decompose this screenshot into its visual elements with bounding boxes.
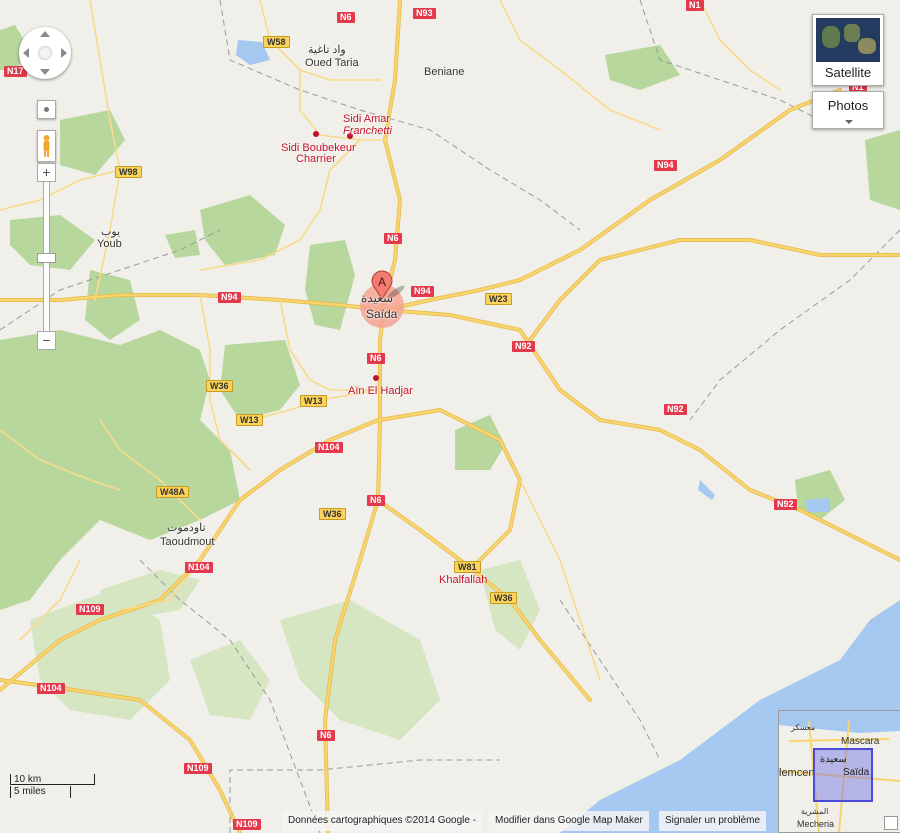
- road-shield-n6-mid: N6: [367, 495, 385, 506]
- pan-left-icon[interactable]: [23, 48, 29, 58]
- chevron-down-icon: [845, 120, 853, 124]
- minimap-mecheria: Mecheria: [797, 819, 835, 829]
- road-shield-n104-sw: N104: [37, 683, 65, 694]
- road-shield-w13-west: W13: [236, 414, 263, 426]
- road-shield-w36-south: W36: [490, 592, 517, 604]
- overview-minimap[interactable]: معسكر Mascara lemcen سعيدة Saïda المشرية…: [778, 710, 900, 833]
- road-shield-n92-mid: N92: [664, 404, 687, 415]
- road-shield-w58: W58: [263, 36, 290, 48]
- satellite-label: Satellite: [824, 65, 872, 80]
- minimap-mecheria-ar: المشرية: [801, 807, 829, 816]
- minimap-mascara-ar: معسكر: [791, 723, 816, 732]
- minimap-tlemcen: lemcen: [779, 767, 815, 779]
- pan-right-icon[interactable]: [61, 48, 67, 58]
- satellite-button[interactable]: Satellite: [812, 14, 884, 86]
- scale-km: 10 km: [10, 774, 95, 785]
- photos-label: Photos: [827, 98, 869, 113]
- road-shield-n93: N93: [413, 8, 436, 19]
- road-shield-w48a: W48A: [156, 486, 190, 498]
- location-dot-icon: [44, 107, 49, 112]
- pan-up-icon[interactable]: [40, 31, 50, 37]
- minimap-mascara: Mascara: [841, 736, 880, 747]
- road-shield-n104-west: N104: [185, 562, 213, 573]
- label-saida-ar: سعيدة: [361, 291, 394, 305]
- label-oued-taria-ar: واد تاغية: [308, 44, 346, 56]
- minimap-viewport[interactable]: سعيدة Saïda: [813, 748, 873, 802]
- label-saida: Saïda: [366, 307, 398, 321]
- my-location-button[interactable]: [37, 100, 56, 119]
- road-shield-n94-east: N94: [654, 160, 677, 171]
- label-sidi-amar-1: Sidi Amar: [343, 113, 391, 125]
- label-sidi-boubekeur-2: Charrier: [296, 153, 336, 165]
- label-taoudmout-ar: تاودموت: [167, 522, 206, 534]
- copyright-text: Données cartographiques ©2014 Google -: [282, 811, 483, 831]
- map-canvas[interactable]: A: [0, 0, 900, 833]
- pegman-icon[interactable]: [37, 130, 56, 162]
- road-shield-n94-west: N94: [218, 292, 241, 303]
- road-shield-n109: N109: [76, 604, 104, 615]
- minimap-toggle-icon[interactable]: [884, 816, 898, 830]
- minimap-saida: Saïda: [843, 767, 870, 778]
- road-shield-w81: W81: [454, 561, 481, 573]
- label-youb: Youb: [97, 238, 122, 250]
- report-problem-link[interactable]: Signaler un problème: [659, 811, 767, 831]
- road-shield-w36: W36: [206, 380, 233, 392]
- scale-miles: 5 miles: [10, 786, 71, 798]
- road-shield-n92: N92: [512, 341, 535, 352]
- label-taoudmout: Taoudmout: [160, 536, 215, 548]
- road-shield-n1: N1: [686, 0, 704, 11]
- minimap-saida-ar: سعيدة: [820, 754, 847, 765]
- zoom-handle[interactable]: [37, 253, 56, 263]
- zoom-in-button[interactable]: +: [37, 163, 56, 182]
- pan-down-icon[interactable]: [40, 69, 50, 75]
- road-shield-n6-north: N6: [384, 233, 402, 244]
- zoom-control[interactable]: + −: [37, 163, 56, 350]
- road-shield-n109-south: N109: [184, 763, 212, 774]
- ain-el-hadjar-dot: [373, 375, 379, 381]
- road-shield-n6-far-south: N6: [317, 730, 335, 741]
- label-khalfallah: Khalfallah: [439, 574, 488, 586]
- road-shield-w13: W13: [300, 395, 327, 407]
- road-shield-w36-mid: W36: [319, 508, 346, 520]
- label-youb-ar: يوب: [101, 226, 121, 238]
- photos-button[interactable]: Photos: [812, 91, 884, 129]
- road-shield-n104: N104: [315, 442, 343, 453]
- label-ain-el-hadjar: Aïn El Hadjar: [348, 385, 413, 397]
- road-shield-n109-bottom: N109: [233, 819, 261, 830]
- road-shield-n6-south: N6: [367, 353, 385, 364]
- label-oued-taria: Oued Taria: [305, 57, 359, 69]
- pan-center: [38, 46, 52, 60]
- road-shield-w98: W98: [115, 166, 142, 178]
- plus-icon: +: [42, 164, 51, 180]
- road-shield-n92-east: N92: [774, 499, 797, 510]
- road-shield-n6: N6: [337, 12, 355, 23]
- minus-icon: −: [42, 332, 51, 348]
- zoom-out-button[interactable]: −: [37, 331, 56, 350]
- map-maker-link[interactable]: Modifier dans Google Map Maker: [489, 811, 649, 831]
- road-shield-w23: W23: [485, 293, 512, 305]
- marker-letter: A: [378, 275, 386, 289]
- road-shield-n94: N94: [411, 286, 434, 297]
- satellite-thumbnail: [816, 18, 880, 62]
- sidi-boubekeur-dot: [313, 131, 319, 137]
- label-sidi-amar-2: Franchetti: [343, 125, 392, 137]
- label-beniane: Beniane: [424, 66, 465, 78]
- pan-control-icon[interactable]: [19, 27, 71, 79]
- pegman-figure: [43, 135, 50, 157]
- scale-bar: 10 km 5 miles: [10, 774, 95, 798]
